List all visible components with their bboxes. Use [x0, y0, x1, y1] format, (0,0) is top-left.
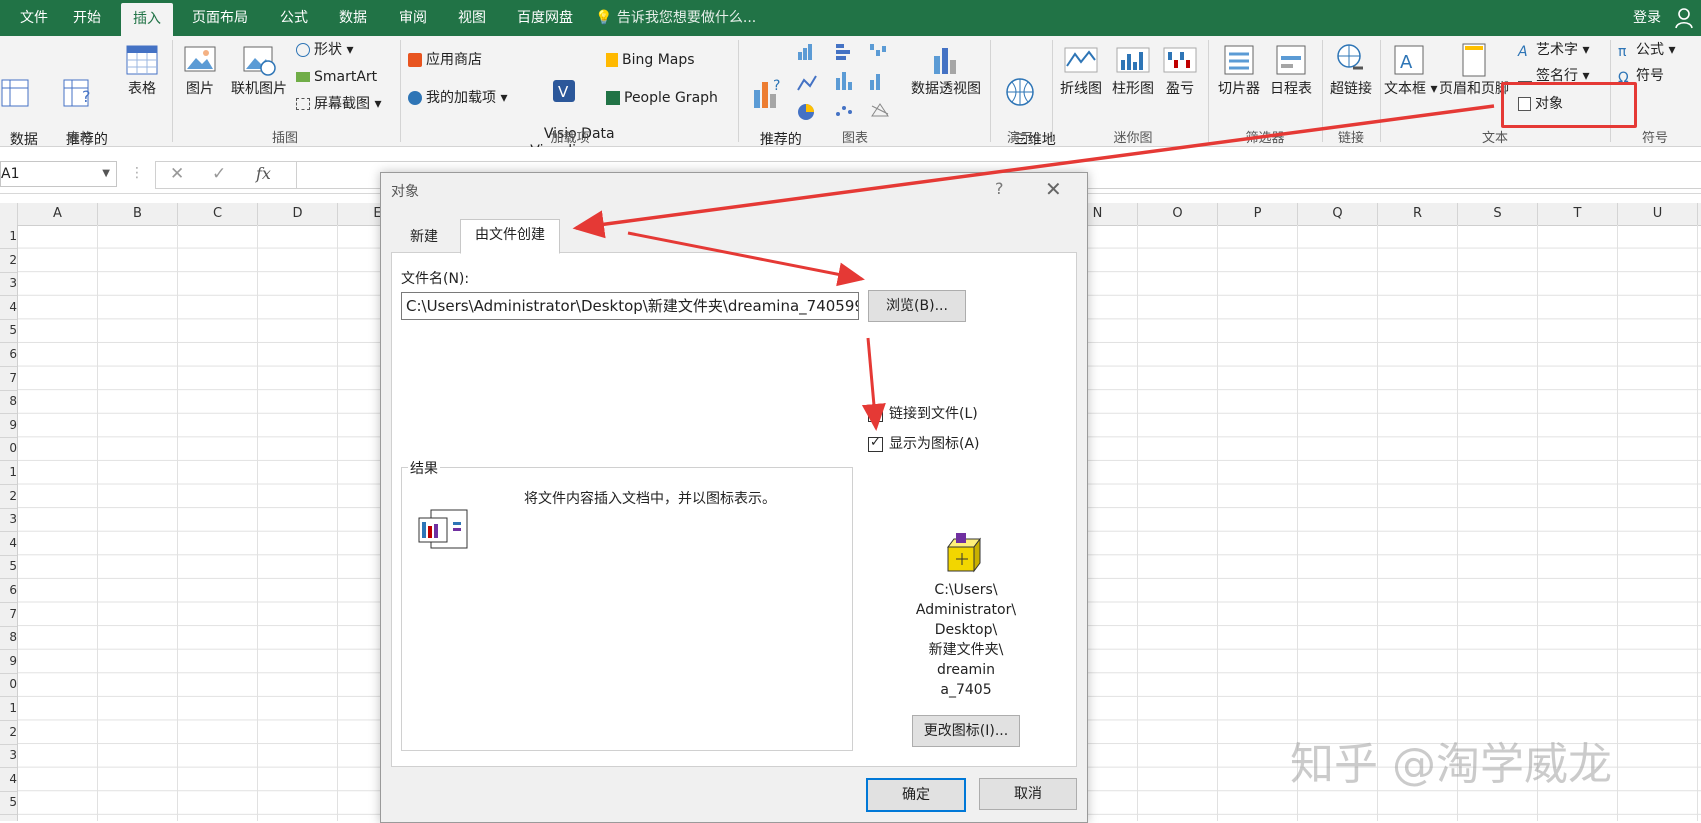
watermark: 知乎 @淘学威龙	[1290, 739, 1612, 790]
arrow-object-to-tab	[572, 104, 1495, 239]
annotation-arrows	[572, 104, 1495, 431]
arrow-tab-to-browse	[627, 231, 865, 287]
tab-create-from-file[interactable]: 由文件创建	[460, 219, 560, 254]
arrow-browse-to-checkbox	[861, 337, 886, 431]
